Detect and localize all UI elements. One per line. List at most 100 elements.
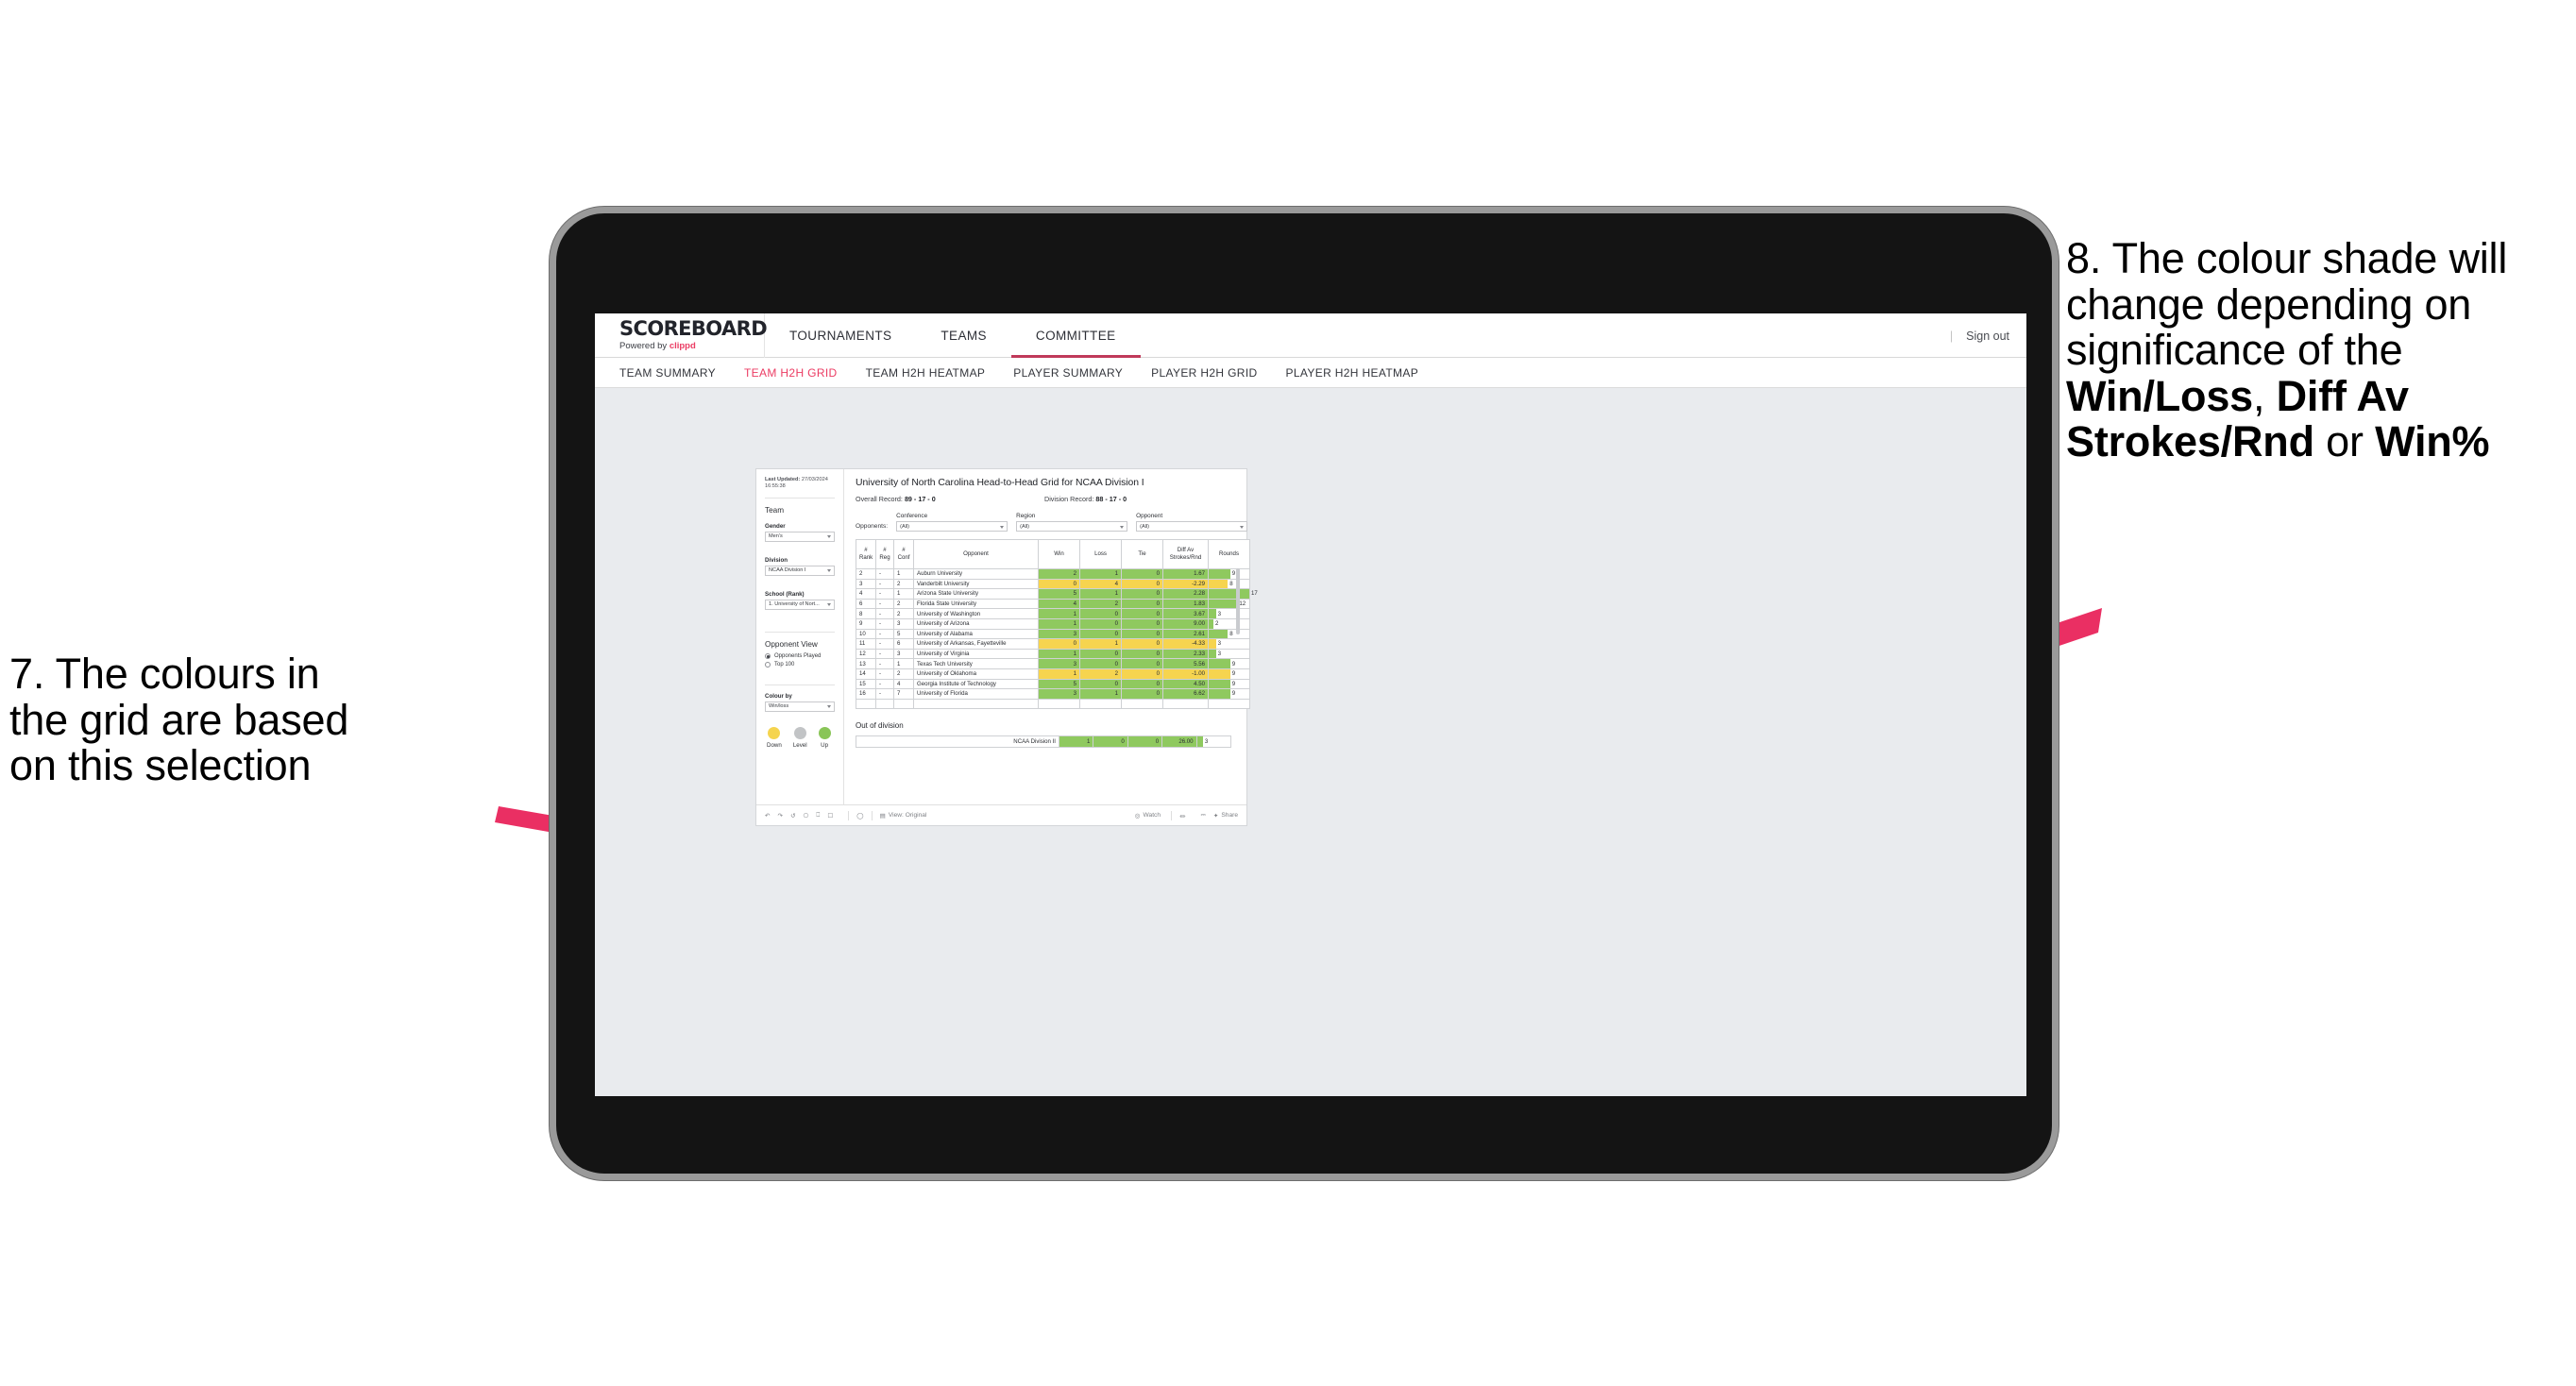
pause-updates-icon[interactable]: ⎕	[816, 812, 820, 820]
division-label: Division	[765, 556, 788, 564]
table-row[interactable]: 2-1 Auburn University 2 1 0 1.67 9	[856, 568, 1250, 580]
device-layout-icon[interactable]: ◯	[856, 812, 863, 820]
cell-loss: 0	[1079, 608, 1122, 619]
sign-out-link[interactable]: Sign out	[1966, 330, 2009, 343]
undo-icon[interactable]: ↶	[765, 812, 771, 820]
column-header-rounds[interactable]: Rounds	[1208, 539, 1250, 569]
cell-reg: -	[875, 578, 894, 590]
column-header-opponent[interactable]: Opponent	[913, 539, 1039, 569]
table-row[interactable]: 13-1 Texas Tech University 3 0 0 5.56 9	[856, 658, 1250, 669]
download-icon[interactable]: ⏛	[1179, 811, 1186, 820]
conference-filter: Conference (All)	[896, 513, 1008, 532]
subnav-item-team-h2h-heatmap[interactable]: TEAM H2H HEATMAP	[866, 366, 986, 380]
rounds-bar	[1209, 639, 1216, 649]
topnav-item-committee[interactable]: COMMITTEE	[1010, 313, 1141, 358]
cell-rank: 16	[856, 688, 876, 700]
table-row[interactable]: 15-4 Georgia Institute of Technology 5 0 0 4.…	[856, 678, 1250, 690]
cell-rank: 11	[856, 638, 876, 650]
chevron-down-icon	[1120, 525, 1125, 529]
cell-reg: -	[875, 658, 894, 669]
column-header-loss[interactable]: Loss	[1079, 539, 1122, 569]
cell-opponent: Auburn University	[913, 568, 1039, 580]
colour-by-select[interactable]: Win/loss	[765, 701, 835, 712]
subnav-item-player-h2h-grid[interactable]: PLAYER H2H GRID	[1151, 366, 1257, 380]
rounds-value: 17	[1251, 590, 1258, 598]
fullscreen-icon[interactable]: ⎓	[1201, 812, 1206, 820]
cell-loss: 2	[1079, 598, 1122, 610]
table-row[interactable]: 12-3 University of Virginia 1 0 0 2.33 3	[856, 648, 1250, 660]
conference-select[interactable]: (All)	[896, 521, 1008, 532]
region-select[interactable]: (All)	[1016, 521, 1128, 532]
cell-win: 0	[1038, 578, 1080, 590]
table-row[interactable]: 14-2 University of Oklahoma 1 2 0 -1.00 9	[856, 668, 1250, 680]
tablet-screen: SCOREBOARD Powered by clippd TOURNAMENTS…	[595, 313, 2026, 1096]
annotation-right-mid-2: or	[2313, 417, 2376, 466]
table-row[interactable]: 10-5 University of Alabama 3 0 0 2.61 8	[856, 628, 1250, 640]
revert-icon[interactable]: ↺	[790, 812, 796, 820]
overall-record: Overall Record: 89 - 17 - 0	[856, 495, 1044, 503]
annotation-right-pre: 8. The colour shade will change dependin…	[2066, 234, 2508, 375]
custom-view-icon[interactable]: ☐	[827, 812, 833, 820]
division-select[interactable]: NCAA Division I	[765, 565, 835, 576]
rounds-bar	[1209, 668, 1230, 679]
table-row[interactable]: 3-2 Vanderbilt University 0 4 0 -2.29 8	[856, 578, 1250, 590]
cell-opponent: University of Arizona	[913, 617, 1039, 630]
subnav-item-player-h2h-heatmap[interactable]: PLAYER H2H HEATMAP	[1286, 366, 1419, 380]
gender-label: Gender	[765, 522, 786, 530]
brand-title: SCOREBOARD	[619, 317, 768, 341]
cell-tie: 0	[1121, 668, 1163, 680]
school-select[interactable]: 1. University of Nort...	[765, 599, 835, 610]
table-row[interactable]: 6-2 Florida State University 4 2 0 1.83 12	[856, 598, 1250, 610]
table-scrollbar[interactable]	[1236, 568, 1240, 634]
table-row[interactable]: 8-2 University of Washington 1 0 0 3.67 3	[856, 608, 1250, 619]
table-row-partial	[856, 698, 1250, 710]
rounds-bar	[1209, 569, 1230, 579]
table-row[interactable]: 4-1 Arizona State University 5 1 0 2.28 17	[856, 588, 1258, 600]
rounds-bar	[1209, 589, 1249, 599]
watch-button[interactable]: ◎ Watch	[1135, 812, 1163, 820]
cell-conf: 1	[893, 658, 914, 669]
cell-diff: -2.29	[1162, 578, 1209, 590]
annotation-right-mid-1: ,	[2253, 371, 2277, 420]
subnav-item-team-h2h-grid[interactable]: TEAM H2H GRID	[744, 366, 838, 380]
refresh-data-icon[interactable]: ⎔	[804, 812, 809, 820]
cell-conf: 1	[893, 588, 914, 600]
cell-tie: 0	[1121, 588, 1163, 600]
subnav-item-team-summary[interactable]: TEAM SUMMARY	[619, 366, 716, 380]
subnav-item-player-summary[interactable]: PLAYER SUMMARY	[1013, 366, 1123, 380]
cell-diff: 5.56	[1162, 658, 1209, 669]
table-row[interactable]: 11-6 University of Arkansas, Fayetteville…	[856, 638, 1250, 650]
cell-conf: 7	[893, 688, 914, 700]
cell-win: 1	[1038, 668, 1080, 680]
cell-conf: 2	[893, 578, 914, 590]
cell-win: 5	[1038, 588, 1080, 600]
opponent-select[interactable]: (All)	[1136, 521, 1248, 532]
cell-diff: 1.83	[1162, 598, 1209, 610]
gender-select[interactable]: Men's	[765, 531, 835, 542]
cell-diff: 2.33	[1162, 648, 1209, 660]
column-header-rank[interactable]: # Rank	[856, 539, 876, 569]
column-header-diff-av-strokes-rnd[interactable]: Diff Av Strokes/Rnd	[1162, 539, 1209, 569]
radio-opponents-played[interactable]: Opponents Played	[765, 652, 835, 659]
cell-rounds-bar: 8	[1208, 578, 1250, 590]
share-button[interactable]: ✦ Share	[1213, 812, 1238, 820]
column-header-win[interactable]: Win	[1038, 539, 1080, 569]
rounds-bar	[1209, 659, 1230, 668]
column-header-tie[interactable]: Tie	[1121, 539, 1163, 569]
chevron-down-icon	[1000, 525, 1005, 529]
column-header-conf[interactable]: # Conf	[893, 539, 914, 569]
redo-icon[interactable]: ↷	[778, 812, 784, 820]
cell-reg: -	[875, 608, 894, 619]
cell-rounds-bar: 17	[1208, 588, 1258, 600]
cell-diff: 4.50	[1162, 678, 1209, 690]
topnav-item-tournaments[interactable]: TOURNAMENTS	[765, 313, 916, 358]
topnav-item-teams[interactable]: TEAMS	[916, 313, 1011, 358]
column-header-reg[interactable]: # Reg	[875, 539, 894, 569]
table-header: # Rank # Reg # Conf Opponent Win Loss Tie Diff Av S…	[856, 539, 1250, 569]
view-original-button[interactable]: ▤ View: Original	[880, 812, 927, 820]
last-updated: Last Updated: 27/03/2024 16:55:38	[765, 477, 835, 491]
opponent-label: Opponent	[1136, 513, 1163, 519]
out-of-division-row[interactable]: NCAA Division II 1 0 0 26.00 3	[856, 735, 1232, 749]
table-row[interactable]: 9-3 University of Arizona 1 0 0 9.00 2	[856, 617, 1250, 630]
table-row[interactable]: 16-7 University of Florida 3 1 0 6.62 9	[856, 688, 1250, 700]
